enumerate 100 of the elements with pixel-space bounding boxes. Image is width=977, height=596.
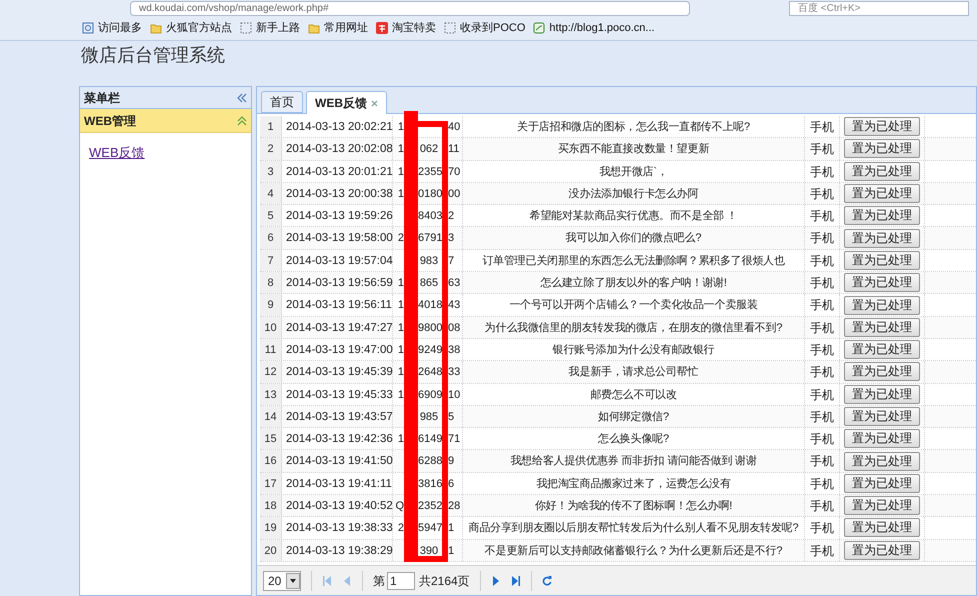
table-cell: 2014-03-13 20:02:08 [282, 138, 393, 160]
table-cell: 手机 [805, 517, 840, 539]
mark-processed-button[interactable]: 置为已处理 [844, 273, 920, 292]
first-page-icon[interactable] [322, 574, 332, 586]
page-input[interactable]: 1 [387, 572, 415, 590]
table-cell-text: 985 [418, 410, 440, 425]
table-cell-text: 5 [448, 410, 456, 425]
table-cell-text: 38 [448, 342, 462, 358]
address-field[interactable]: wd.koudai.com/vshop/manage/ework.php# [130, 0, 690, 16]
table-cell-text: 0180 [418, 186, 440, 202]
tab[interactable]: 首页 [261, 91, 303, 113]
collapse-icon[interactable] [237, 92, 247, 102]
bookmark-link[interactable]: 淘宝特卖 [376, 20, 436, 36]
mark-processed-button[interactable]: 置为已处理 [844, 206, 920, 226]
table-cell: 没办法添加银行卡怎么办阿 [463, 182, 805, 204]
mark-processed-button[interactable]: 置为已处理 [844, 228, 920, 248]
bookmark-link[interactable]: 访问最多 [82, 20, 142, 36]
mark-processed-button[interactable]: 置为已处理 [844, 384, 920, 404]
row-number: 7 [260, 250, 282, 272]
row-number: 8 [260, 272, 282, 294]
mark-processed-button[interactable]: 置为已处理 [844, 296, 920, 315]
row-number: 11 [260, 338, 282, 360]
site-icon [533, 22, 546, 34]
bookmark-link[interactable]: 常用网址 [308, 20, 368, 36]
table-cell: 2014-03-13 20:01:21 [282, 160, 393, 182]
table-cell: 2014-03-13 20:02:21 [282, 116, 393, 138]
row-number: 6 [260, 227, 282, 249]
tab[interactable]: WEB反馈 [306, 91, 387, 114]
table-cell: 为什么我微信里的朋友转发我的微店，在朋友的微信里看不到? [463, 316, 805, 338]
table-cell: 如何绑定微信? [463, 406, 805, 428]
table-cell-text: 6 [448, 476, 456, 492]
row-number: 17 [260, 472, 282, 494]
table-cell: 2014-03-13 19:59:26 [282, 205, 393, 226]
previous-page-icon[interactable] [342, 574, 352, 586]
table-cell: 手机 [805, 250, 840, 272]
page-size-select[interactable]: 20 [263, 570, 301, 590]
table-cell: 手机 [805, 406, 840, 428]
collapse-up-icon[interactable] [237, 116, 247, 126]
row-number: 10 [260, 316, 282, 338]
bookmark-link[interactable]: 新手上路 [240, 20, 300, 36]
folder-icon [308, 22, 320, 34]
close-icon[interactable] [371, 100, 378, 106]
table-cell: 手机 [805, 338, 840, 360]
section-header[interactable]: WEB管理 [80, 109, 251, 133]
row-number: 2 [260, 138, 282, 160]
table-cell-text: 1 [396, 342, 404, 358]
last-page-icon[interactable] [510, 574, 521, 586]
mark-processed-button[interactable]: 置为已处理 [844, 362, 920, 382]
table-cell-text: 00 [448, 186, 462, 202]
sidebar-link[interactable]: WEB反馈 [89, 145, 145, 160]
mark-processed-button[interactable]: 置为已处理 [844, 429, 920, 448]
mark-processed-button[interactable]: 置为已处理 [844, 139, 920, 158]
bookmark-link[interactable]: 收录到POCO [444, 20, 526, 36]
table-cell: 2014-03-13 19:56:11 [282, 294, 393, 316]
dropdown-icon[interactable] [286, 572, 300, 588]
mark-processed-button[interactable]: 置为已处理 [844, 407, 920, 426]
mark-processed-button[interactable]: 置为已处理 [844, 452, 920, 471]
table-cell-text: 9249 [418, 342, 440, 358]
row-number: 20 [260, 540, 282, 561]
table-cell-text: 9800 [418, 320, 440, 336]
table-cell: 2014-03-13 19:41:11 [282, 472, 393, 494]
refresh-icon[interactable] [542, 574, 552, 586]
table-cell-text: 70 [448, 164, 462, 180]
table-cell: 手机 [805, 227, 840, 249]
row-number: 16 [260, 450, 282, 472]
table-cell-text: 6909 [418, 388, 440, 403]
dotted-page-icon [240, 22, 252, 34]
mark-processed-button[interactable]: 置为已处理 [844, 340, 920, 360]
table-cell-text: 28 [448, 499, 462, 514]
table-cell: 希望能对某款商品实行优惠。而不是全部 ！ [463, 205, 805, 226]
table-cell: 订单管理已关闭那里的东西怎么无法删除啊？累积多了很烦人也 [463, 250, 805, 272]
mark-processed-button[interactable]: 置为已处理 [844, 318, 920, 337]
mark-processed-button[interactable]: 置为已处理 [844, 250, 920, 270]
mark-processed-button[interactable]: 置为已处理 [844, 518, 920, 538]
next-page-icon[interactable] [490, 574, 501, 586]
folder-icon [150, 22, 162, 34]
mark-processed-button[interactable]: 置为已处理 [844, 117, 920, 136]
mark-processed-button[interactable]: 置为已处理 [844, 184, 920, 204]
table-cell: 买东西不能直接改数量！望更新 [463, 138, 805, 160]
table-cell: 2014-03-13 20:00:38 [282, 182, 393, 204]
row-number: 3 [260, 160, 282, 182]
search-field[interactable]: 百度 <Ctrl+K> [789, 0, 969, 16]
bookmark-link[interactable]: http://blog1.poco.cn... [533, 20, 655, 36]
bookmark-link[interactable]: 火狐官方站点 [150, 20, 232, 36]
mark-processed-button[interactable]: 置为已处理 [844, 474, 920, 493]
mark-processed-button[interactable]: 置为已处理 [844, 540, 920, 560]
table-cell-text: 2 [396, 521, 404, 536]
table-cell-text: 43 [448, 298, 462, 314]
table-cell: 手机 [805, 116, 840, 138]
table-cell: 手机 [805, 361, 840, 383]
table-cell-text: 9 [448, 454, 456, 470]
table-cell: 我可以加入你们的微点吧么? [463, 227, 805, 249]
table-cell-text: 4018 [418, 298, 440, 314]
table-cell-text: 40 [448, 120, 462, 135]
table-cell-text: 1 [448, 521, 456, 536]
mark-processed-button[interactable]: 置为已处理 [844, 496, 920, 516]
table-cell: 2014-03-13 19:43:57 [282, 406, 393, 428]
table-cell: 2014-03-13 19:41:50 [282, 450, 393, 472]
table-cell-text: 8403 [418, 209, 440, 224]
mark-processed-button[interactable]: 置为已处理 [844, 162, 920, 181]
